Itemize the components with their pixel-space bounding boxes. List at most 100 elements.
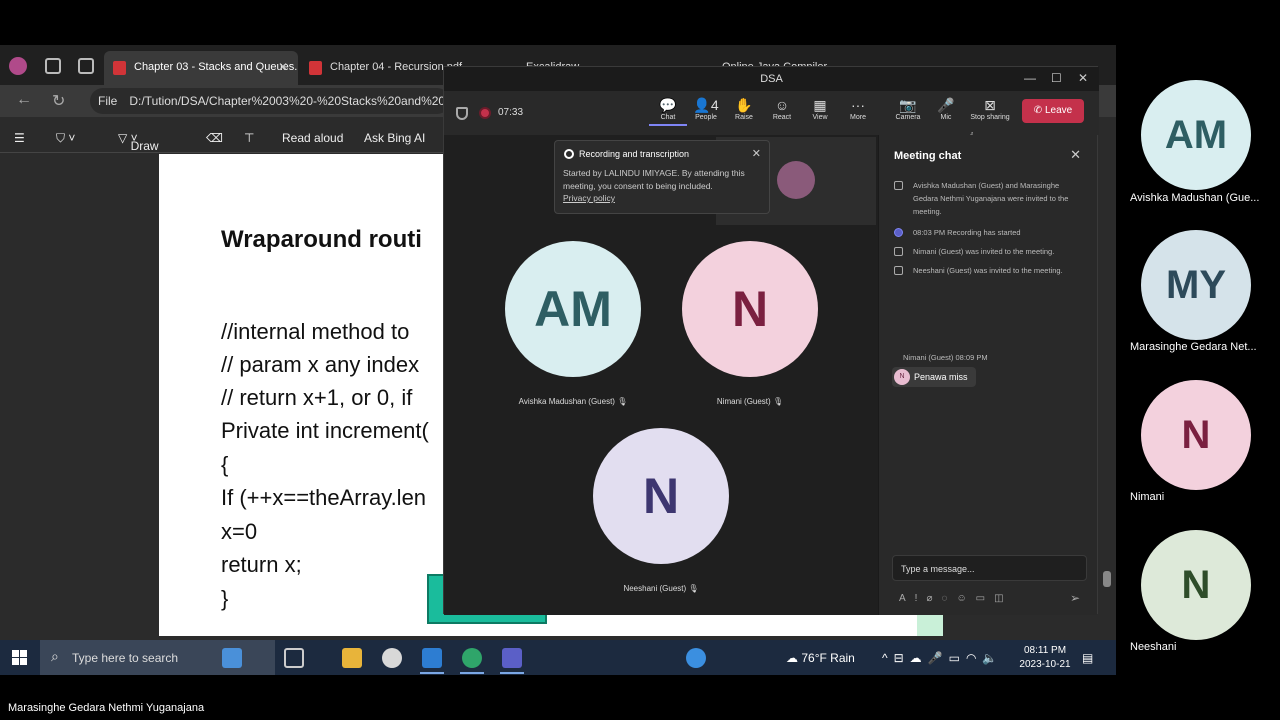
- stop-sharing-button[interactable]: ⊠ Stop sharing: [967, 96, 1013, 121]
- message-input[interactable]: Type a message...: [892, 555, 1087, 581]
- camera-button[interactable]: 📷 Camera: [889, 96, 927, 121]
- edge-icon[interactable]: [462, 648, 482, 668]
- code-line: Private int increment(: [221, 418, 429, 443]
- text-box-icon[interactable]: ⊤: [244, 131, 254, 145]
- chat-event: 08:03 PM Recording has started: [894, 226, 1079, 239]
- presenter-name: Marasinghe Gedara Nethmi Yuganajana: [8, 702, 205, 714]
- invite-icon: [894, 181, 903, 190]
- code-line: x=0: [221, 519, 258, 544]
- participant-name: Nimani: [1130, 491, 1165, 503]
- read-aloud-button[interactable]: Read aloud: [282, 131, 343, 145]
- invite-icon: [894, 266, 903, 275]
- participant-avatar: N: [1141, 380, 1251, 490]
- teams-icon[interactable]: [502, 648, 522, 668]
- rain-cloud-icon: ☁: [786, 651, 798, 665]
- leave-button[interactable]: ✆ Leave: [1022, 99, 1084, 123]
- meeting-toolbar: 07:33 💬 Chat 👤4 People ✋ Raise ☺ React ▦ View…: [444, 91, 1099, 145]
- code-line: {: [221, 452, 229, 477]
- emoji-icon[interactable]: ☺: [956, 593, 975, 604]
- close-tab-icon[interactable]: ✕: [278, 60, 288, 74]
- app-icon[interactable]: [382, 648, 402, 668]
- format-icon[interactable]: A: [899, 593, 915, 604]
- teams-meeting-window: DSA — ☐ ✕ 07:33 💬 Chat 👤4 People ✋ Raise ☺ R…: [443, 66, 1099, 615]
- close-notification-icon[interactable]: ✕: [752, 147, 761, 160]
- privacy-policy-link[interactable]: Privacy policy: [563, 193, 761, 203]
- scrollbar-thumb[interactable]: [1103, 571, 1111, 587]
- pdf-icon: [113, 61, 126, 75]
- taskbar-clock[interactable]: 08:11 PM 2023-10-21: [1018, 644, 1072, 672]
- system-tray[interactable]: ^⊟☁🎤▭◠🔈: [882, 651, 1003, 665]
- people-button[interactable]: 👤4 People: [687, 96, 725, 121]
- meeting-chat-panel: Meeting chat ✕ Avishka Madushan (Guest) …: [878, 135, 1097, 615]
- window-title: DSA: [444, 67, 1099, 91]
- notifications-icon[interactable]: ▤: [1082, 651, 1093, 665]
- people-icon: 👤4: [693, 97, 719, 113]
- participant-name: Avishka Madushan (Gue...: [1130, 192, 1260, 204]
- stop-share-icon: ⊠: [984, 97, 996, 113]
- participant-avatar: AM: [505, 241, 641, 377]
- file-explorer-icon[interactable]: [342, 648, 362, 668]
- chat-title: Meeting chat: [894, 150, 962, 162]
- weather-widget[interactable]: ☁ 76°F Rain: [786, 651, 855, 665]
- close-chat-icon[interactable]: ✕: [1070, 147, 1081, 163]
- mic-off-icon: 🎙: [617, 397, 628, 406]
- shield-icon: [456, 107, 468, 120]
- windows-start-icon[interactable]: [12, 650, 27, 665]
- profile-avatar[interactable]: [9, 57, 27, 75]
- gif-icon[interactable]: ▭: [976, 593, 994, 604]
- url-field[interactable]: File D:/Tution/DSA/Chapter%2003%20-%20Sta…: [90, 88, 450, 114]
- message-meta: Nimani (Guest) 08:09 PM: [903, 353, 988, 362]
- shared-screen: Chapter 03 - Stacks and Queues. ✕ Chapte…: [0, 45, 1116, 675]
- draw-button[interactable]: ▽ Draw ˅: [118, 131, 159, 153]
- browser-tab-chapter-03[interactable]: Chapter 03 - Stacks and Queues. ✕: [104, 51, 298, 85]
- recording-notification: Recording and transcription Started by L…: [554, 140, 770, 214]
- invite-icon: [894, 247, 903, 256]
- vscode-icon[interactable]: [422, 648, 442, 668]
- raise-hand-button[interactable]: ✋ Raise: [725, 96, 763, 121]
- record-icon: [564, 149, 574, 159]
- view-button[interactable]: ▦ View: [801, 96, 839, 121]
- tab-actions-icon[interactable]: [78, 58, 94, 74]
- send-icon[interactable]: ➢: [1070, 591, 1080, 605]
- search-highlight-icon[interactable]: [222, 648, 242, 668]
- mic-off-icon: 🎙: [772, 397, 784, 406]
- chat-message[interactable]: N Penawa miss: [892, 367, 976, 387]
- more-button[interactable]: ··· More: [839, 96, 877, 121]
- pdf-icon: [309, 61, 322, 75]
- close-window-icon[interactable]: ✕: [1078, 71, 1088, 85]
- file-info-icon: File: [98, 94, 118, 108]
- eraser-icon[interactable]: ⌫: [206, 131, 223, 145]
- pdf-scrollbar[interactable]: [1098, 125, 1116, 636]
- collections-icon[interactable]: [45, 58, 61, 74]
- contents-icon[interactable]: ☰: [14, 131, 25, 145]
- minimize-icon[interactable]: —: [1024, 71, 1036, 85]
- loop-icon[interactable]: ◌: [941, 593, 956, 604]
- help-icon[interactable]: [686, 648, 706, 668]
- camera-off-icon: 📷: [899, 97, 917, 113]
- participant-name: Nimani (Guest) 🎙: [716, 397, 784, 406]
- highlight-icon[interactable]: ⛉ ˅: [56, 131, 75, 146]
- participant-avatar: AM: [1141, 80, 1251, 190]
- react-button[interactable]: ☺ React: [763, 96, 801, 121]
- video-stage: Recording and transcription Started by L…: [444, 135, 878, 615]
- ask-bing-button[interactable]: Ask Bing AI: [364, 131, 425, 145]
- participant-name: Neeshani: [1130, 641, 1177, 653]
- chat-event: Avishka Madushan (Guest) and Marasinghe …: [894, 179, 1079, 218]
- task-view-icon[interactable]: [284, 648, 304, 668]
- priority-icon[interactable]: !: [915, 593, 927, 604]
- view-icon: ▦: [813, 97, 827, 113]
- chat-event: Nimani (Guest) was invited to the meetin…: [894, 245, 1079, 258]
- chat-button[interactable]: 💬 Chat: [649, 96, 687, 126]
- refresh-icon[interactable]: ↻: [52, 91, 65, 111]
- code-line: }: [221, 586, 229, 611]
- mic-button[interactable]: 🎤 Mic: [927, 96, 965, 121]
- participant-name: Marasinghe Gedara Net...: [1130, 341, 1257, 353]
- maximize-icon[interactable]: ☐: [1051, 71, 1062, 85]
- sticker-icon[interactable]: ◫: [994, 593, 1012, 604]
- smiley-icon: ☺: [774, 97, 790, 113]
- attach-icon[interactable]: ⌀: [926, 593, 941, 604]
- code-line: //internal method to: [221, 319, 410, 344]
- more-icon: ···: [851, 97, 865, 113]
- back-icon[interactable]: ←: [16, 91, 32, 109]
- participant-name: Avishka Madushan (Guest) 🎙: [518, 397, 628, 406]
